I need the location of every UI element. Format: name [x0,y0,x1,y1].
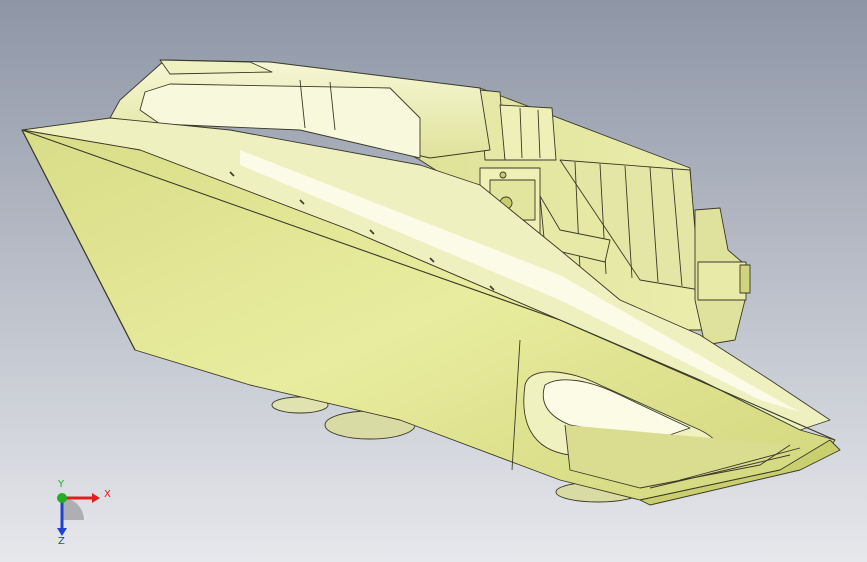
z-axis-label: Z [58,536,65,547]
connector-block [499,104,557,161]
clip-pin [499,171,507,179]
y-axis-label: Y [57,479,65,490]
x-axis-label: X [104,489,111,500]
viewport-canvas[interactable] [0,0,867,562]
coordinate-triad: X Y Z [44,478,124,548]
y-axis-dot [57,493,67,503]
x-axis-head [92,493,100,503]
z-axis-head [57,528,67,536]
cad-viewport[interactable]: X Y Z [0,0,867,562]
bolt-end [739,264,751,294]
bolt-head [697,261,747,301]
